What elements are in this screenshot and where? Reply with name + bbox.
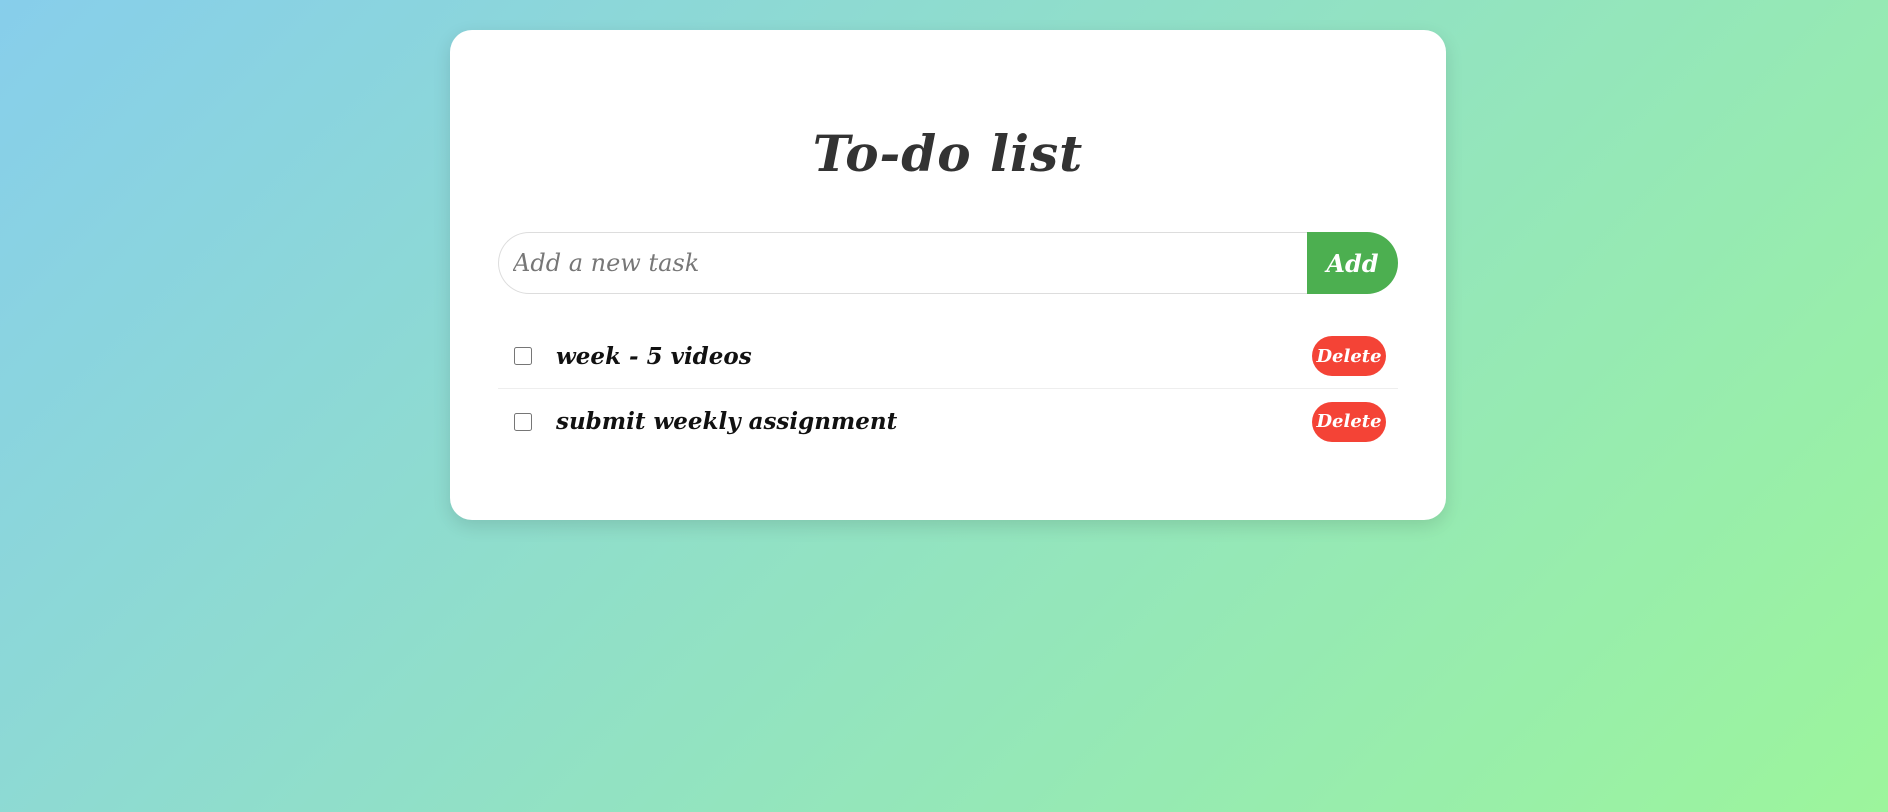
delete-task-button[interactable]: Delete [1312, 336, 1386, 376]
add-task-button[interactable]: Add [1307, 232, 1398, 294]
add-task-row: Add [498, 232, 1398, 294]
delete-task-button[interactable]: Delete [1312, 401, 1386, 442]
page-title: To-do list [812, 124, 1084, 183]
task-text: week - 5 videos [556, 342, 752, 370]
todo-card: To-do list Add week - 5 videos Delete su… [450, 30, 1446, 520]
task-item: submit weekly assignment Delete [498, 389, 1398, 454]
task-checkbox[interactable] [514, 347, 532, 365]
task-checkbox[interactable] [514, 412, 532, 431]
task-text: submit weekly assignment [556, 408, 898, 435]
task-list: week - 5 videos Delete submit weekly ass… [498, 324, 1398, 454]
new-task-input[interactable] [498, 232, 1307, 294]
task-item: week - 5 videos Delete [498, 324, 1398, 389]
